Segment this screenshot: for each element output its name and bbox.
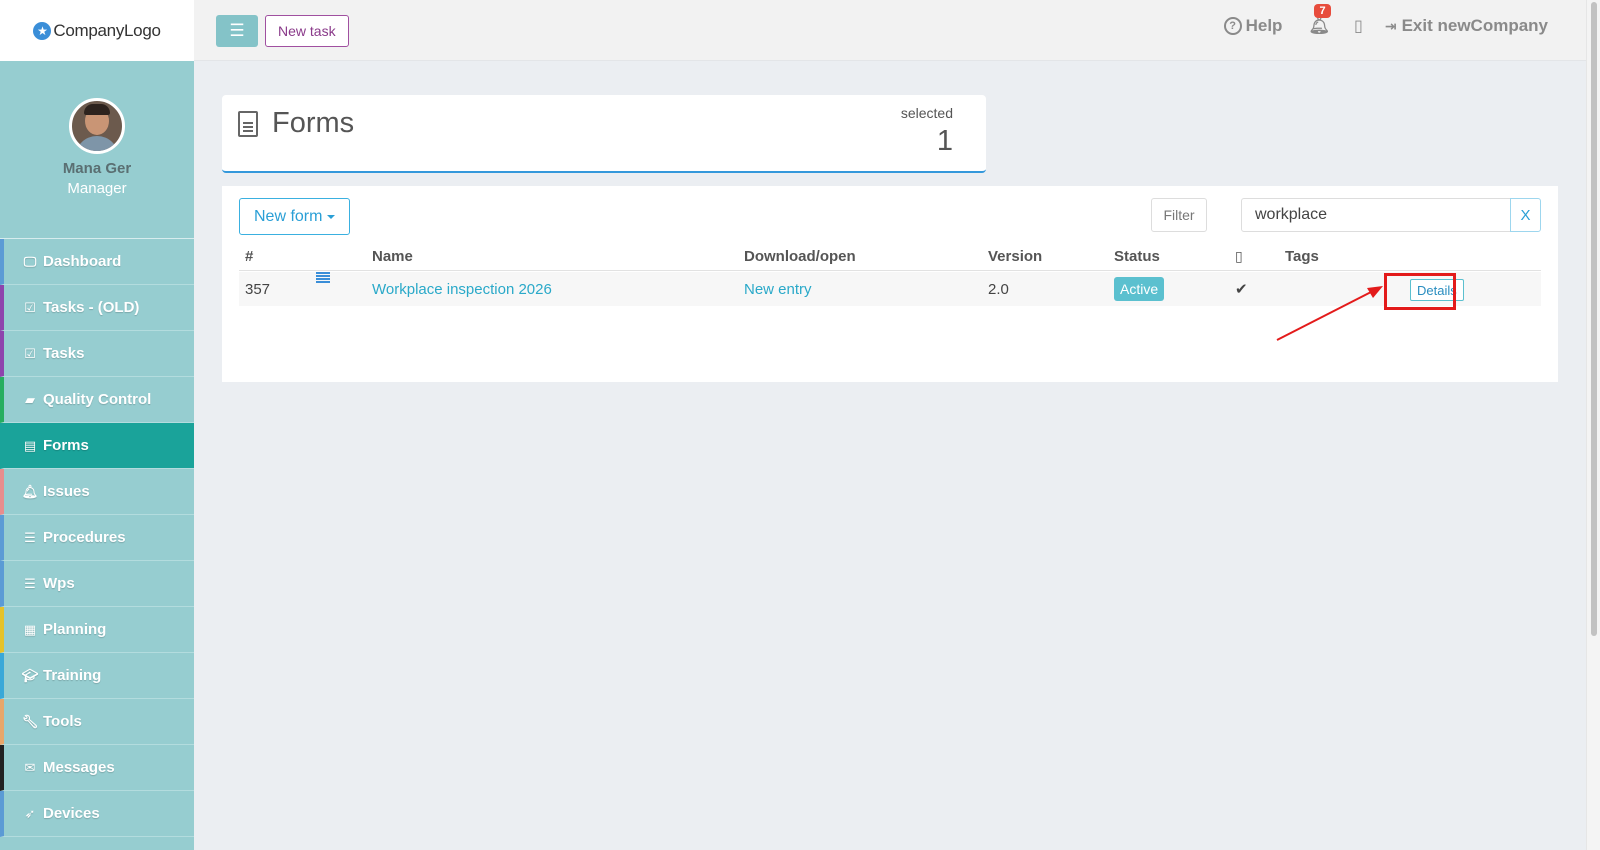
calendar-icon: ▦ xyxy=(23,621,37,637)
sidebar-item-messages[interactable]: ✉ Messages xyxy=(0,745,194,791)
search-input[interactable] xyxy=(1241,198,1511,232)
checkbox-icon: ☑ xyxy=(24,345,36,361)
sidebar-item-label: Devices xyxy=(43,805,100,822)
sidebar-item-forms[interactable]: ▤ Forms xyxy=(0,423,194,469)
building-icon[interactable]: ▯ xyxy=(1354,16,1363,36)
sidebar-item-training[interactable]: 🎓︎ Training xyxy=(0,653,194,699)
sidebar-item-label: Issues xyxy=(43,483,90,500)
exit-company-link[interactable]: ⇥ Exit newCompany xyxy=(1385,16,1548,36)
clear-search-button[interactable]: X xyxy=(1510,198,1541,232)
sidebar-item-label: Wps xyxy=(43,575,75,592)
sidebar-item-issues[interactable]: 🔔︎ Issues xyxy=(0,469,194,515)
bell-icon: 🔔︎ xyxy=(1308,16,1331,35)
rocket-icon: ➶ xyxy=(24,805,36,821)
new-entry-link[interactable]: New entry xyxy=(744,272,812,306)
sidebar-item-label: Tasks xyxy=(43,345,85,362)
sidebar-item-tasks-old[interactable]: ☑ Tasks - (OLD) xyxy=(0,285,194,331)
user-name: Mana Ger xyxy=(62,160,132,177)
checkmark-icon: ✔ xyxy=(1235,281,1248,298)
exit-label: Exit newCompany xyxy=(1401,16,1548,35)
caret-down-icon xyxy=(327,214,336,219)
sidebar-item-tools[interactable]: 🔧︎ Tools xyxy=(0,699,194,745)
avatar[interactable] xyxy=(69,98,125,154)
menu-toggle-button[interactable]: ☰ xyxy=(216,15,258,47)
form-version: 2.0 xyxy=(988,280,1009,298)
user-profile: Mana Ger Manager xyxy=(0,61,194,238)
column-header-download[interactable]: Download/open xyxy=(744,241,856,271)
bell-icon: 🔔︎ xyxy=(21,483,39,499)
form-id: 357 xyxy=(245,280,271,298)
selected-count: 1 xyxy=(936,125,953,157)
sidebar-item-dashboard[interactable]: 🖵︎ Dashboard xyxy=(0,239,194,285)
forms-list-card: New form Filter X # Name Download/open V… xyxy=(222,186,1558,382)
annotation-highlight-box xyxy=(1384,273,1456,310)
sidebar-item-tasks[interactable]: ☑ Tasks xyxy=(0,331,194,377)
new-form-dropdown-button[interactable]: New form xyxy=(239,198,351,235)
scrollbar-thumb[interactable] xyxy=(1591,2,1597,636)
graduation-cap-icon: 🎓︎ xyxy=(21,667,39,683)
sidebar-item-quality-control[interactable]: ▰ Quality Control xyxy=(0,377,194,423)
sidebar-item-devices[interactable]: ➶ Devices xyxy=(0,791,194,837)
wrench-icon: 🔧︎ xyxy=(21,713,39,729)
sidebar-item-label: Tools xyxy=(43,713,82,730)
star-icon: ★ xyxy=(33,21,52,40)
top-right-actions: ? Help 🔔︎ 7 ▯ ⇥ Exit newCompany xyxy=(1223,4,1548,36)
mobile-icon: ▯ xyxy=(1235,247,1243,264)
new-task-button[interactable]: New task xyxy=(265,15,349,47)
document-icon xyxy=(238,110,258,137)
page-title-text: Forms xyxy=(272,107,355,139)
forms-header-panel: Forms selected 1 xyxy=(222,95,986,173)
new-form-label: New form xyxy=(254,207,323,225)
help-link[interactable]: Help xyxy=(1246,16,1283,36)
column-header-id[interactable]: # xyxy=(245,241,253,271)
company-logo[interactable]: ★ CompanyLogo xyxy=(0,0,194,61)
sidebar-item-label: Planning xyxy=(43,621,107,638)
notifications-button[interactable]: 🔔︎ 7 xyxy=(1308,4,1331,36)
list-icon: ☰ xyxy=(24,529,36,545)
sign-out-icon: ⇥ xyxy=(1384,17,1397,34)
page-scrollbar[interactable] xyxy=(1586,0,1600,850)
status-badge: Active xyxy=(1114,277,1165,301)
filter-button[interactable]: Filter xyxy=(1151,198,1207,232)
sidebar-item-label: Dashboard xyxy=(43,253,122,270)
document-icon: ▤ xyxy=(23,437,37,453)
sidebar-item-procedures[interactable]: ☰ Procedures xyxy=(0,515,194,561)
form-name-link[interactable]: Workplace inspection 2026 xyxy=(372,272,552,306)
logo-text: CompanyLogo xyxy=(53,20,161,40)
sidebar: ★ CompanyLogo Mana Ger Manager 🖵︎ Dashboa… xyxy=(0,0,194,850)
table-header: # Name Download/open Version Status ▯ Ta… xyxy=(239,241,1541,271)
sidebar-item-label: Quality Control xyxy=(43,391,152,408)
column-header-version[interactable]: Version xyxy=(988,241,1042,271)
user-role: Manager xyxy=(67,180,127,197)
hamburger-icon: ☰ xyxy=(229,21,245,40)
sidebar-item-planning[interactable]: ▦ Planning xyxy=(0,607,194,653)
selected-label: selected xyxy=(900,105,953,121)
column-header-status[interactable]: Status xyxy=(1114,241,1160,271)
sidebar-item-label: Forms xyxy=(43,437,89,454)
top-bar: ☰ New task ? Help 🔔︎ 7 ▯ ⇥ Exit newCompa… xyxy=(194,0,1586,61)
help-icon[interactable]: ? xyxy=(1223,17,1242,35)
sidebar-item-wps[interactable]: ☰ Wps xyxy=(0,561,194,607)
annotation-arrow xyxy=(1276,286,1383,341)
page-title: Forms xyxy=(238,107,354,140)
sidebar-nav: 🖵︎ Dashboard ☑ Tasks - (OLD) ☑ Tasks ▰ Quality … xyxy=(0,238,194,837)
monitor-icon: 🖵︎ xyxy=(23,253,37,269)
list-icon: ☰ xyxy=(24,575,36,591)
sidebar-item-label: Procedures xyxy=(43,529,126,546)
envelope-icon: ✉ xyxy=(24,759,36,775)
sidebar-item-label: Training xyxy=(43,667,102,684)
notification-badge: 7 xyxy=(1314,4,1331,18)
column-header-name[interactable]: Name xyxy=(372,241,413,271)
sidebar-item-label: Messages xyxy=(43,759,115,776)
sidebar-item-label: Tasks - (OLD) xyxy=(43,299,140,316)
checkbox-icon: ☑ xyxy=(24,299,36,315)
column-header-tags[interactable]: Tags xyxy=(1285,241,1319,271)
book-icon: ▰ xyxy=(25,391,35,407)
